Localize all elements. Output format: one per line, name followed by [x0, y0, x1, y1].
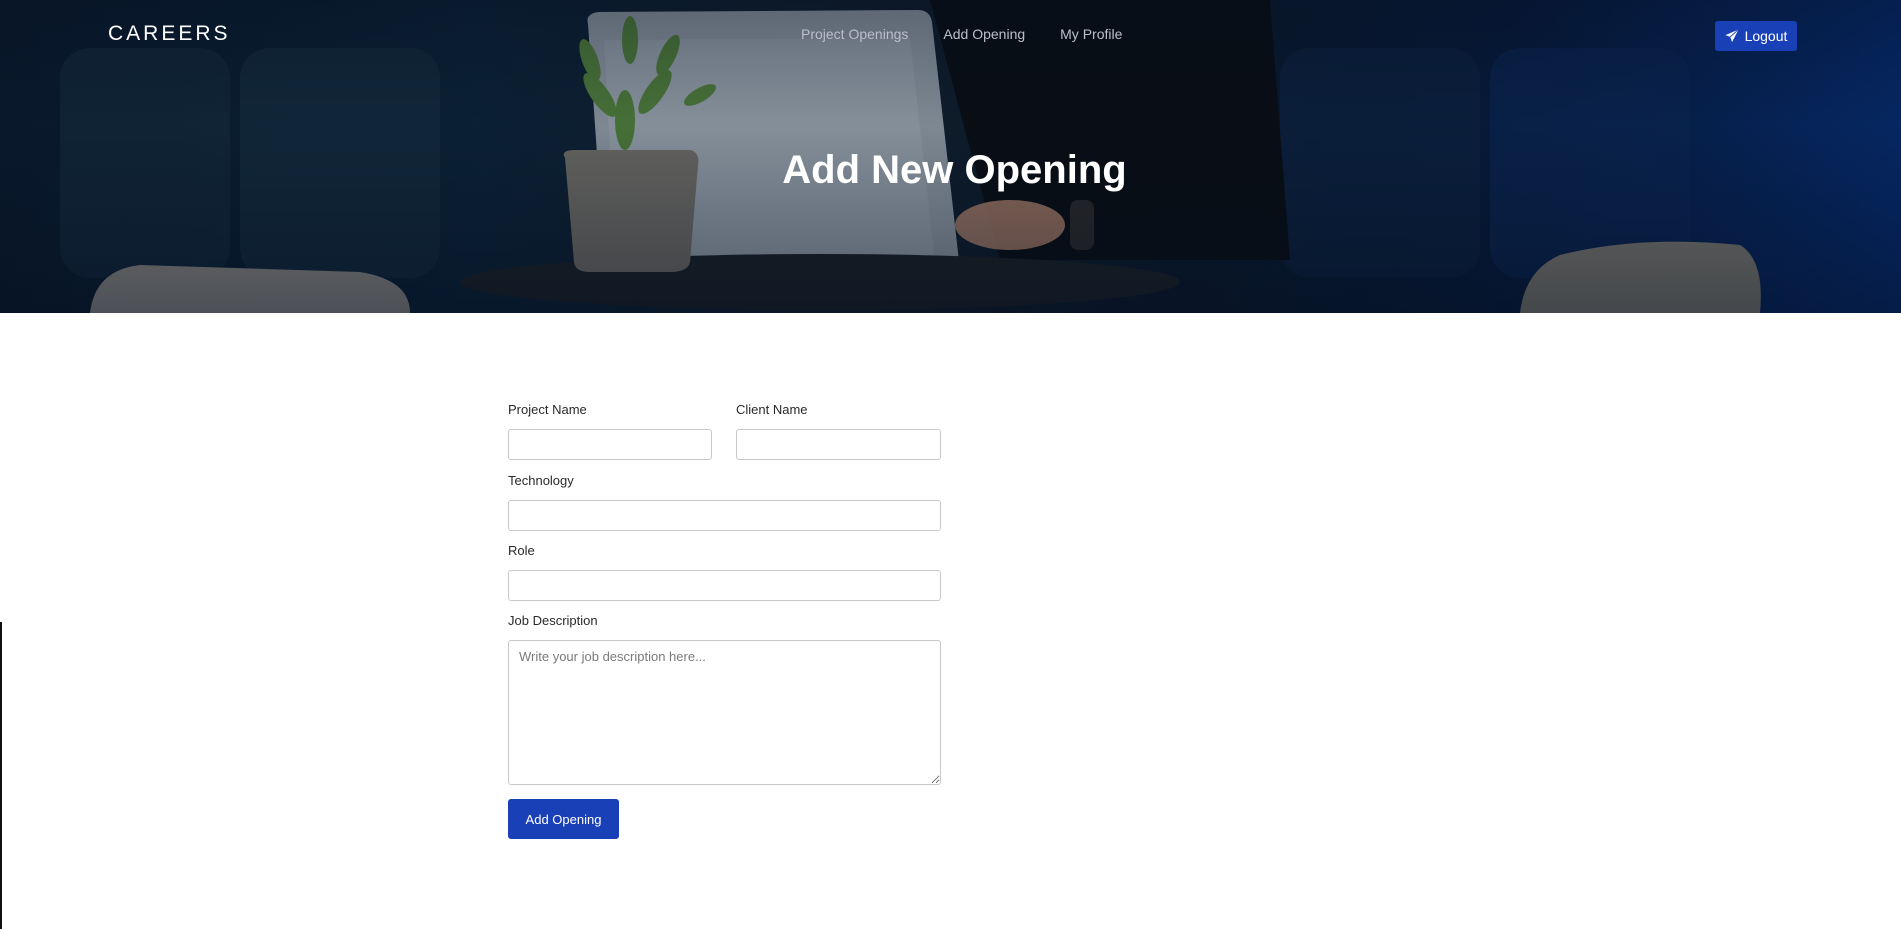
paper-plane-icon	[1725, 29, 1739, 43]
job-description-label: Job Description	[508, 613, 598, 628]
client-name-label: Client Name	[736, 402, 808, 417]
nav-project-openings[interactable]: Project Openings	[801, 26, 908, 42]
brand-logo[interactable]: CAREERS	[108, 22, 231, 46]
nav-my-profile[interactable]: My Profile	[1060, 26, 1122, 42]
hero-banner: CAREERS Project Openings Add Opening My …	[0, 0, 1901, 313]
nav-add-opening[interactable]: Add Opening	[943, 26, 1025, 42]
project-name-input[interactable]	[508, 429, 712, 460]
role-input[interactable]	[508, 570, 941, 601]
main-nav: Project Openings Add Opening My Profile	[801, 26, 1122, 42]
technology-input[interactable]	[508, 500, 941, 531]
client-name-input[interactable]	[736, 429, 941, 460]
logout-label: Logout	[1744, 28, 1788, 44]
logout-button[interactable]: Logout	[1715, 21, 1797, 51]
job-description-textarea[interactable]	[508, 640, 941, 785]
add-opening-button[interactable]: Add Opening	[508, 799, 619, 839]
technology-label: Technology	[508, 473, 574, 488]
page-edge-divider	[0, 622, 2, 929]
page-title: Add New Opening	[782, 148, 1127, 192]
role-label: Role	[508, 543, 535, 558]
project-name-label: Project Name	[508, 402, 587, 417]
